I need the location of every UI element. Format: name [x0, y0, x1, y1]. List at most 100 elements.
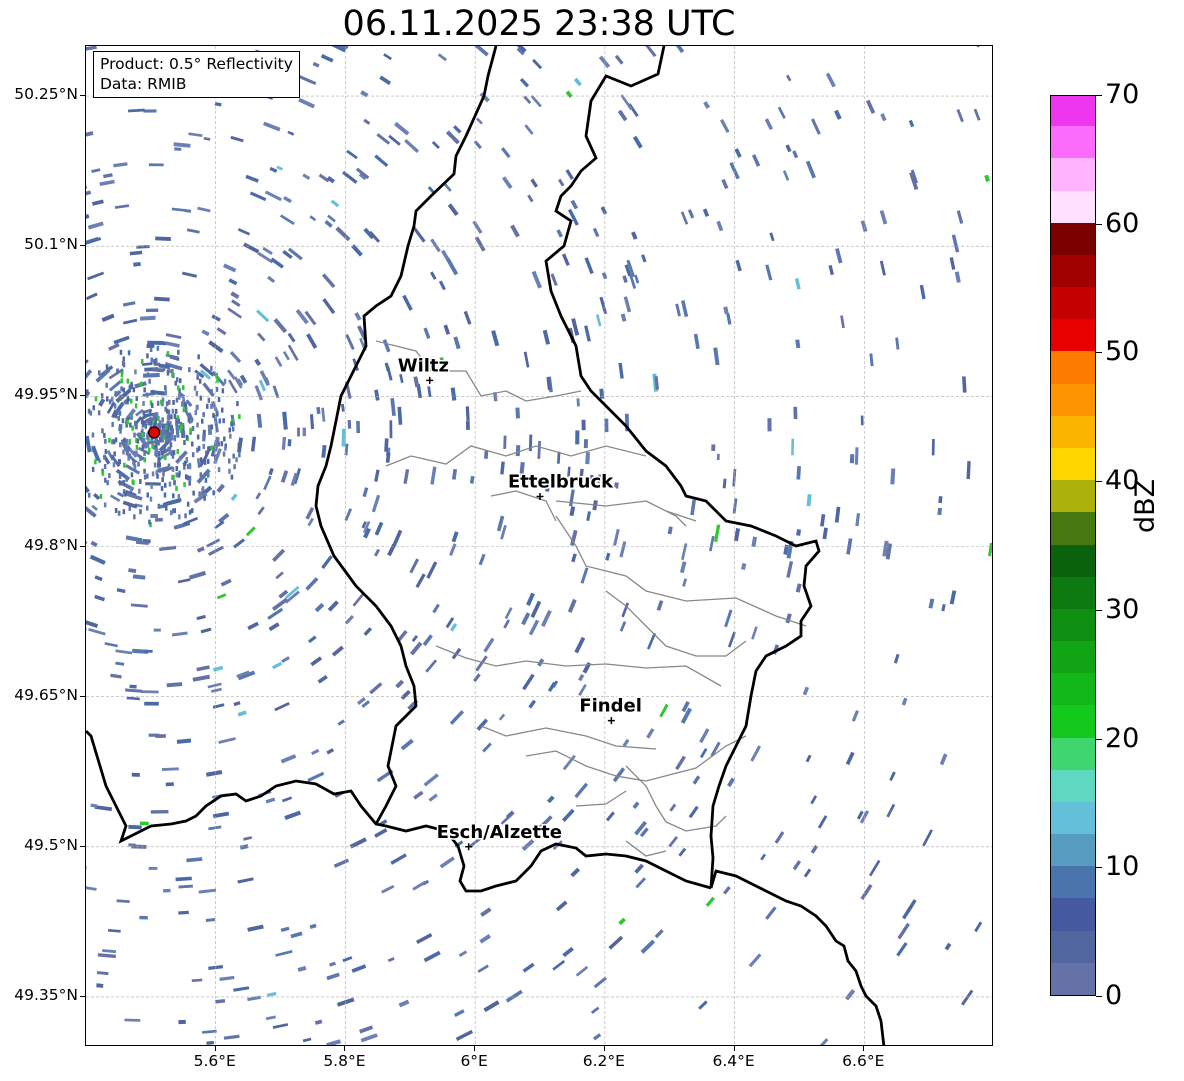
echo-pixel — [474, 46, 489, 57]
echo-pixel — [320, 54, 334, 63]
echo-pixel — [200, 627, 212, 634]
clutter-pixel — [204, 477, 208, 483]
radar-map[interactable]: Wiltz Ettelbruck Findel Esch/Alzette Produc… — [85, 45, 993, 1046]
clutter-pixel — [177, 494, 181, 500]
echo-pixel — [844, 988, 856, 1001]
clutter-pixel — [123, 462, 126, 468]
echo-pixel — [186, 857, 203, 863]
echo-pixel — [302, 173, 311, 180]
echo-pixel — [132, 574, 146, 580]
echo-pixel — [574, 636, 586, 654]
echo-pixel — [309, 414, 315, 430]
clutter-pixel — [217, 441, 221, 447]
echo-pixel — [817, 815, 828, 829]
echo-pixel — [275, 571, 284, 580]
echo-pixel — [681, 300, 689, 318]
echo-pixel — [618, 362, 624, 379]
clutter-pixel — [129, 487, 133, 492]
clutter-pixel — [214, 454, 217, 460]
echo-pixel — [196, 546, 205, 553]
echo-pixel — [410, 641, 423, 656]
clutter-pixel — [127, 350, 131, 356]
clutter-pixel — [221, 407, 224, 413]
colorbar-tick-mark — [1096, 223, 1102, 225]
clutter-pixel — [186, 501, 190, 507]
echo-pixel — [453, 125, 462, 134]
lat-tick-label: 49.35°N — [14, 985, 78, 1004]
echo-pixel — [237, 877, 254, 884]
echo-pixel — [175, 876, 192, 882]
echo-pixel — [211, 314, 221, 322]
city-label: Ettelbruck — [508, 471, 614, 492]
echo-pixel — [522, 962, 535, 973]
clutter-pixel — [139, 479, 142, 484]
clutter-pixel — [205, 450, 208, 456]
clutter-pixel — [210, 445, 213, 451]
echo-pixel — [705, 896, 715, 907]
echo-pixel — [281, 656, 290, 664]
echo-pixel — [537, 440, 541, 459]
clutter-pixel — [146, 353, 149, 359]
echo-pixel — [129, 250, 143, 256]
echo-pixel — [654, 929, 664, 939]
clutter-pixel — [222, 451, 226, 457]
echo-pixel — [94, 575, 103, 582]
echo-pixel — [555, 900, 568, 912]
colorbar-segment — [1051, 415, 1095, 448]
echo-pixel — [220, 578, 232, 587]
echo-pixel — [212, 703, 225, 709]
echo-pixel — [575, 430, 580, 445]
clutter-pixel — [121, 418, 125, 424]
echo-pixel — [268, 622, 280, 632]
echo-pixel — [524, 124, 534, 135]
city-label: Findel — [579, 696, 642, 717]
clutter-pixel — [191, 441, 194, 447]
echo-pixel — [794, 277, 801, 290]
echo-pixel — [282, 350, 290, 361]
echo-pixel — [573, 77, 582, 87]
echo-pixel — [641, 254, 647, 263]
clutter-pixel — [162, 366, 166, 372]
echo-pixel — [556, 229, 563, 238]
echo-pixel — [162, 498, 181, 507]
echo-pixel — [919, 284, 926, 300]
clutter-pixel — [128, 505, 131, 511]
echo-pixel — [570, 867, 581, 878]
echo-pixel — [803, 868, 812, 878]
product-info-box: Product: 0.5° Reflectivity Data: RMIB — [93, 51, 300, 98]
echo-pixel — [526, 592, 535, 606]
lat-tick-mark — [80, 695, 85, 697]
echo-pixel — [374, 389, 380, 401]
echo-pixel — [192, 674, 211, 682]
echo-pixel — [583, 439, 588, 449]
clutter-pixel — [189, 427, 192, 433]
echo-pixel — [208, 825, 222, 831]
echo-pixel — [590, 1006, 600, 1015]
echo-pixel — [124, 1018, 141, 1022]
echo-pixel — [305, 507, 315, 520]
echo-pixel — [446, 257, 459, 276]
colorbar-segment — [1051, 479, 1095, 513]
echo-pixel — [835, 248, 843, 264]
echo-pixel — [153, 628, 161, 632]
clutter-pixel — [217, 397, 221, 402]
clutter-pixel — [162, 471, 165, 477]
radar-site-dot[interactable] — [147, 426, 161, 439]
clutter-pixel — [174, 408, 178, 414]
echo-pixel — [593, 1033, 602, 1041]
echo-pixel — [561, 808, 575, 822]
echo-pixel — [571, 553, 577, 563]
echo-pixel — [530, 178, 539, 188]
clutter-pixel — [210, 403, 213, 409]
echo-pixel — [820, 514, 826, 527]
echo-pixel — [792, 150, 799, 159]
echo-pixel — [500, 461, 505, 475]
echo-pixel — [202, 1029, 217, 1034]
echo-pixel — [363, 118, 371, 125]
clutter-pixel — [151, 471, 155, 477]
echo-pixel — [669, 803, 677, 812]
echo-pixel — [155, 734, 166, 739]
echo-pixel — [354, 312, 362, 321]
echo-pixel — [230, 493, 238, 501]
echo-pixel — [825, 72, 836, 88]
